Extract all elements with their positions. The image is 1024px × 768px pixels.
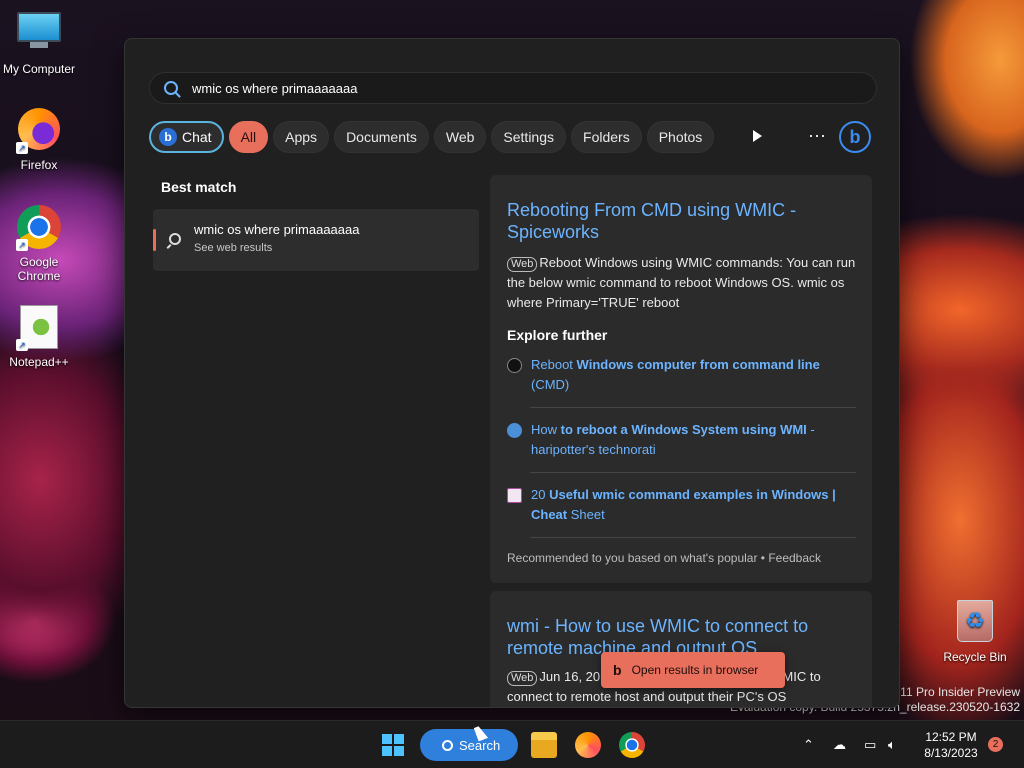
web-result-card: Rebooting From CMD using WMIC - Spicewor… [490, 175, 872, 583]
chrome-icon[interactable] [619, 732, 645, 758]
clock-date: 8/13/2023 [924, 746, 978, 760]
search-input[interactable] [192, 80, 832, 96]
desktop-icon-label: Notepad++ [9, 355, 69, 369]
bing-icon: b [613, 662, 622, 678]
network-icon[interactable]: ▭ [864, 737, 876, 753]
volume-icon[interactable]: 🔈︎ [888, 737, 896, 753]
explore-text: Reboot [531, 357, 577, 372]
explore-text: How [531, 422, 561, 437]
clock-time: 12:52 PM [925, 730, 977, 744]
best-match-title: wmic os where primaaaaaaa [194, 222, 360, 237]
notepadpp-icon: ↗ [16, 305, 62, 351]
start-button[interactable] [382, 734, 404, 756]
web-tag: Web [507, 257, 538, 272]
filter-chat[interactable]: b Chat [149, 121, 224, 153]
site-favicon-icon [507, 488, 522, 503]
explore-link[interactable]: 20 Useful wmic command examples in Windo… [507, 485, 857, 527]
desktop-icon-firefox[interactable]: ↗ Firefox [0, 106, 78, 172]
web-search-icon [169, 233, 181, 245]
globe-icon [507, 423, 522, 438]
filter-photos[interactable]: Photos [646, 121, 715, 153]
best-match-heading: Best match [161, 179, 237, 195]
desktop-icon-label: My Computer [2, 62, 76, 76]
windows-logo-icon [394, 734, 404, 744]
more-options-button[interactable]: ··· [805, 121, 829, 153]
site-favicon-icon [507, 358, 522, 373]
firefox-icon: ↗ [16, 108, 62, 154]
taskbar: Search ⌃ ☁ ▭ 🔈︎ 12:52 PM 8/13/2023 2 [0, 720, 1024, 768]
explore-text: (CMD) [531, 377, 570, 392]
best-match-subtitle: See web results [194, 242, 273, 254]
explore-link[interactable]: How to reboot a Windows System using WMI… [507, 420, 857, 462]
result-snippet-text: connect to remote host and output their … [507, 689, 787, 704]
filter-bar: b Chat All Apps Documents Web Settings F… [149, 121, 715, 153]
desktop-icon-label: Firefox [20, 158, 58, 172]
result-date: Jun 16, 20 [539, 669, 601, 684]
desktop-icon-chrome[interactable]: ↗ Google Chrome [0, 204, 78, 283]
divider [530, 407, 856, 408]
explore-bold-text: Windows computer from command line [576, 357, 820, 372]
web-tag: Web [507, 671, 538, 686]
divider [530, 537, 856, 538]
explore-further-heading: Explore further [507, 327, 608, 343]
recommendation-note: Recommended to you based on what's popul… [507, 551, 822, 565]
desktop-icon-label: Recycle Bin [943, 650, 1007, 664]
desktop-icon-notepadpp[interactable]: ↗ Notepad++ [0, 304, 78, 369]
divider [530, 472, 856, 473]
web-result-card: wmi - How to use WMIC to connect to remo… [490, 591, 872, 707]
explore-text: 20 [531, 487, 550, 502]
windows-logo-icon [382, 746, 392, 756]
desktop-icon-my-computer[interactable]: My Computer [0, 10, 78, 76]
explore-text: Sheet [567, 507, 605, 522]
chevron-up-icon[interactable]: ⌃ [803, 737, 814, 753]
result-title-link[interactable]: Rebooting From CMD using WMIC - Spicewor… [507, 199, 847, 243]
explore-link[interactable]: Reboot Windows computer from command lin… [507, 355, 857, 397]
notification-badge[interactable]: 2 [988, 737, 1003, 752]
firefox-icon[interactable] [575, 732, 601, 758]
chrome-icon: ↗ [16, 205, 62, 251]
selection-accent [153, 229, 156, 251]
filter-settings[interactable]: Settings [491, 121, 567, 153]
search-panel: b Chat All Apps Documents Web Settings F… [124, 38, 900, 708]
search-icon [164, 81, 178, 95]
filter-folders[interactable]: Folders [571, 121, 642, 153]
computer-icon [16, 12, 62, 58]
filter-all[interactable]: All [228, 121, 269, 153]
windows-logo-icon [382, 734, 392, 744]
result-snippet-text: Reboot Windows using WMIC commands: You … [507, 255, 856, 310]
taskbar-search-button[interactable]: Search [420, 729, 518, 761]
clock[interactable]: 12:52 PM 8/13/2023 [918, 729, 984, 761]
result-snippet: Web Reboot Windows using WMIC commands: Y… [507, 253, 859, 313]
play-icon[interactable] [753, 130, 762, 142]
file-explorer-icon[interactable] [531, 732, 557, 758]
search-icon [442, 739, 453, 751]
open-in-browser-label: Open results in browser [631, 663, 759, 677]
open-in-browser-button[interactable]: b Open results in browser [601, 652, 785, 688]
desktop-icon-recycle-bin[interactable]: ♻ Recycle Bin [936, 598, 1014, 664]
bing-icon: b [159, 128, 177, 146]
recycle-bin-icon: ♻ [952, 600, 998, 646]
explore-bold-text: to reboot a Windows System using WMI [560, 422, 807, 437]
desktop-icon-label: Google Chrome [17, 255, 61, 283]
filter-chat-label: Chat [182, 129, 212, 145]
filter-web[interactable]: Web [433, 121, 487, 153]
cloud-offline-icon[interactable]: ☁ [833, 737, 846, 753]
bing-chat-button[interactable]: b [839, 121, 871, 153]
search-box[interactable] [149, 72, 877, 104]
windows-logo-icon [394, 746, 404, 756]
filter-apps[interactable]: Apps [273, 121, 330, 153]
filter-documents[interactable]: Documents [334, 121, 429, 153]
best-match-item[interactable]: wmic os where primaaaaaaa See web result… [153, 209, 479, 271]
